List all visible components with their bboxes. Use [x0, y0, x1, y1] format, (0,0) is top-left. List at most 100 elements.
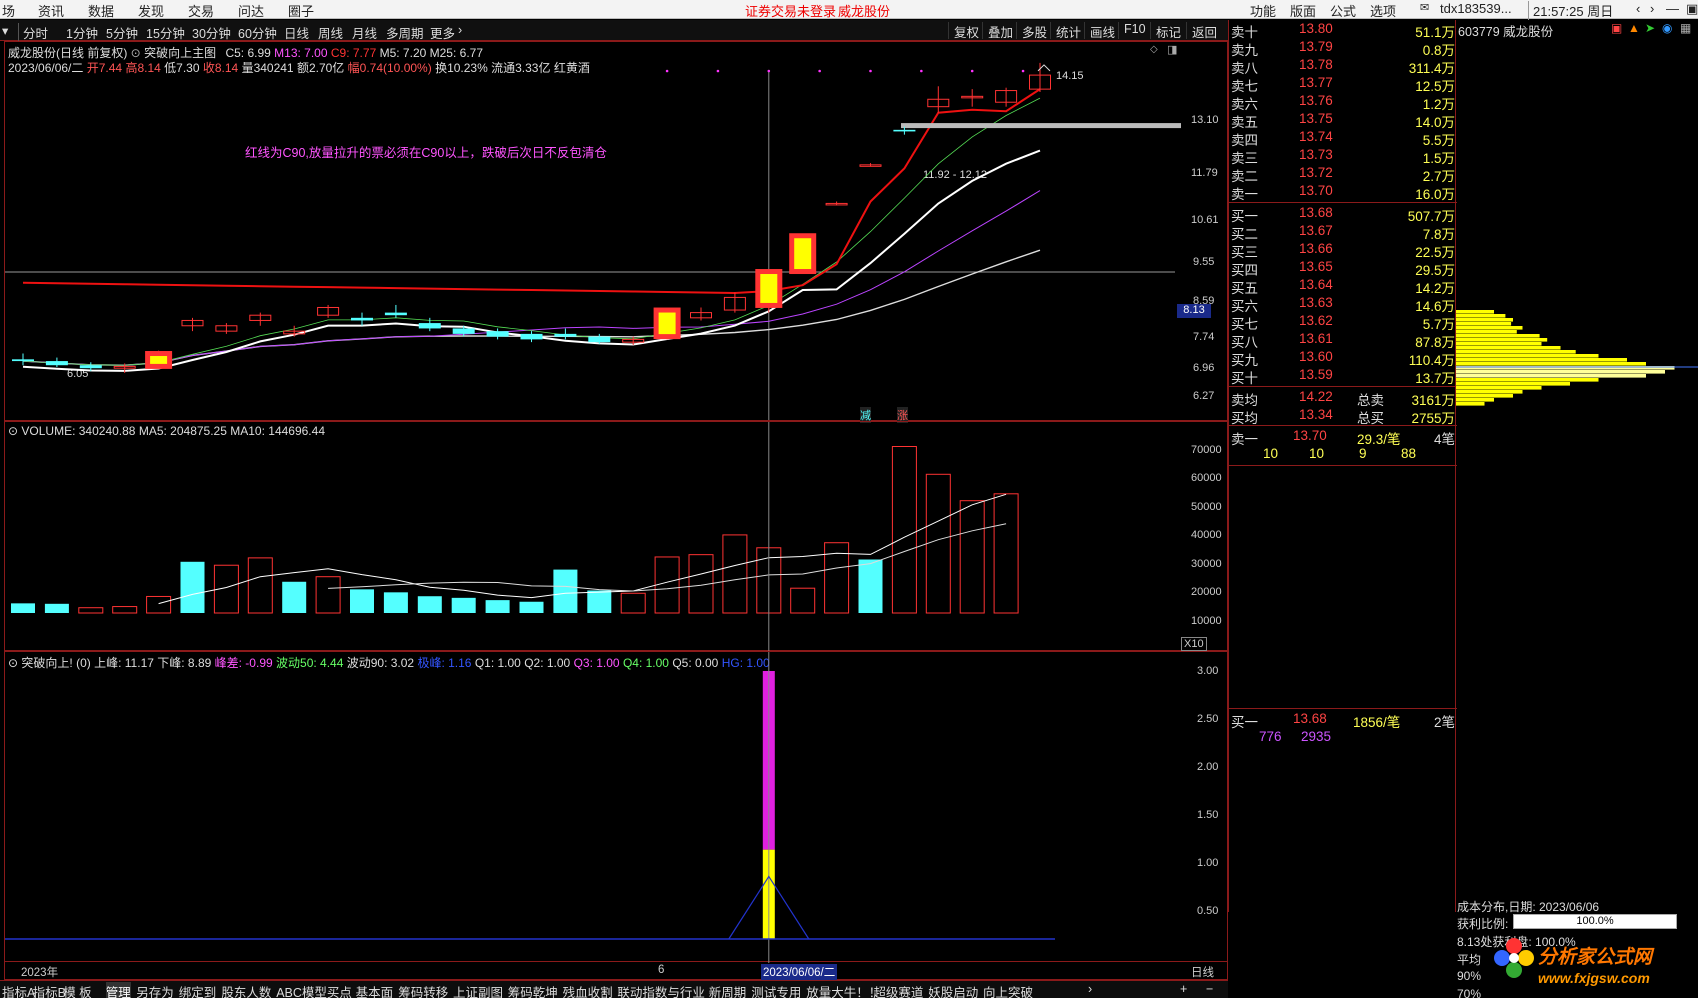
avg-sell-row[interactable]: 卖均 14.22 总卖 3161万 [1229, 389, 1457, 408]
buy-row[interactable]: 买四 13.65 29.5万 [1229, 259, 1457, 278]
buy-row[interactable]: 买九 13.60 110.4万 [1229, 349, 1457, 368]
buy-row[interactable]: 买二 13.67 7.8万 [1229, 223, 1457, 242]
formula-tab[interactable]: 指标B [33, 982, 66, 998]
formula-tab[interactable]: 指标A [2, 982, 35, 998]
toolbar-overlay[interactable]: 叠加 [982, 22, 1018, 40]
buy1-queue-row[interactable]: 776 2935 [1229, 729, 1457, 747]
tabs-more-icon[interactable]: › [1088, 982, 1092, 996]
formula-tab[interactable]: 残血收割 [563, 982, 613, 998]
period-tab-month[interactable]: 月线 [352, 23, 377, 42]
period-tab-day[interactable]: 日线 [284, 23, 309, 42]
sell-row[interactable]: 卖六 13.76 1.2万 [1229, 93, 1457, 112]
sell1-queue-row[interactable]: 10 10 9 88 [1229, 446, 1457, 464]
period-tab-60min[interactable]: 60分钟 [238, 23, 277, 42]
indicator-chart[interactable] [5, 652, 1229, 963]
indicator-panel[interactable]: ⊙ 突破向上! (0) 上峰: 11.17 下峰: 8.89 峰差: -0.99… [4, 651, 1229, 963]
period-tab-30min[interactable]: 30分钟 [192, 23, 231, 42]
formula-tab[interactable]: 筹码乾坤 [508, 982, 558, 998]
buy-row[interactable]: 买五 13.64 14.2万 [1229, 277, 1457, 296]
menu-item[interactable]: 功能 [1250, 1, 1276, 20]
toolbar-back[interactable]: 返回 [1186, 22, 1222, 40]
sell1-detail-row[interactable]: 卖一 13.70 29.3/笔 4笔 [1229, 428, 1457, 447]
sell-row[interactable]: 卖十 13.80 51.1万 [1229, 21, 1457, 40]
sell-row[interactable]: 卖三 13.73 1.5万 [1229, 147, 1457, 166]
arrow-icon[interactable]: ➤ [1645, 21, 1655, 35]
menu-item[interactable]: 公式 [1330, 1, 1356, 20]
add-tab-icon[interactable]: + [1180, 982, 1187, 996]
period-tab-multi[interactable]: 多周期 [386, 23, 424, 42]
sell-row[interactable]: 卖五 13.75 14.0万 [1229, 111, 1457, 130]
chevron-down-icon[interactable]: ▾ [2, 23, 8, 38]
buy-row[interactable]: 买七 13.62 5.7万 [1229, 313, 1457, 332]
volume-bar [722, 534, 748, 614]
remove-tab-icon[interactable]: − [1206, 982, 1213, 996]
menu-item[interactable]: 资讯 [38, 1, 64, 20]
sell-row[interactable]: 卖一 13.70 16.0万 [1229, 183, 1457, 202]
buy-row[interactable]: 买一 13.68 507.7万 [1229, 205, 1457, 224]
avg-buy-row[interactable]: 买均 13.34 总买 2755万 [1229, 407, 1457, 426]
sell-row[interactable]: 卖七 13.77 12.5万 [1229, 75, 1457, 94]
candlestick-chart[interactable] [5, 42, 1229, 422]
buy1-detail-row[interactable]: 买一 13.68 1856/笔 2笔 [1229, 711, 1457, 730]
toolbar-stats[interactable]: 统计 [1050, 22, 1086, 40]
minimize-icon[interactable]: — [1666, 1, 1679, 16]
period-tab-1min[interactable]: 1分钟 [66, 23, 98, 42]
buy-row[interactable]: 买六 13.63 14.6万 [1229, 295, 1457, 314]
formula-tab[interactable]: ABC模型买点 [276, 982, 352, 998]
mail-icon[interactable]: ✉ [1420, 1, 1429, 14]
formula-tab[interactable]: 向上突破 [983, 982, 1033, 998]
formula-tab[interactable]: 绑定到 [179, 982, 217, 998]
buy-row[interactable]: 买十 13.59 13.7万 [1229, 367, 1457, 386]
buy-row[interactable]: 买三 13.66 22.5万 [1229, 241, 1457, 260]
forward-icon[interactable]: › [1650, 1, 1654, 16]
formula-tab[interactable]: 筹码转移 [398, 982, 448, 998]
main-chart-panel[interactable]: 威龙股份(日线 前复权) ⊙ 突破向上主图 C5: 6.99 M13: 7.00… [4, 41, 1229, 423]
toolbar-f10[interactable]: F10 [1118, 22, 1151, 39]
toolbar-multistock[interactable]: 多股 [1016, 22, 1052, 40]
period-tab-week[interactable]: 周线 [318, 23, 343, 42]
formula-tab[interactable]: 妖股启动 [928, 982, 978, 998]
sell-row[interactable]: 卖八 13.78 311.4万 [1229, 57, 1457, 76]
menu-item[interactable]: 场 [2, 1, 15, 20]
restore-icon[interactable]: ▣ [1686, 1, 1698, 17]
volume-panel[interactable]: ⊙ VOLUME: 340240.88 MA5: 204875.25 MA10:… [4, 421, 1229, 652]
formula-tab[interactable]: 联动指数与行业 [617, 982, 705, 998]
formula-tab[interactable]: 基本面 [356, 982, 394, 998]
period-tab-15min[interactable]: 15分钟 [146, 23, 185, 42]
layout-icon[interactable]: ▦ [1680, 21, 1691, 35]
menu-item[interactable]: 发现 [138, 1, 164, 20]
period-tab-more[interactable]: 更多 [430, 23, 455, 42]
formula-tab[interactable]: 放量大牛！！ [806, 982, 881, 998]
period-tab-5min[interactable]: 5分钟 [106, 23, 138, 42]
menu-item[interactable]: 版面 [1290, 1, 1316, 20]
formula-tab[interactable]: 超级赛道 [873, 982, 923, 998]
formula-tab[interactable]: 上证副图 [453, 982, 503, 998]
sell-row[interactable]: 卖二 13.72 2.7万 [1229, 165, 1457, 184]
flag-icon[interactable]: ▣ [1611, 21, 1622, 35]
formula-tab[interactable]: 测试专用 [751, 982, 801, 998]
menu-item[interactable]: 圈子 [288, 1, 314, 20]
sell-row[interactable]: 卖四 13.74 5.5万 [1229, 129, 1457, 148]
toolbar-mark[interactable]: 标记 [1150, 22, 1186, 40]
toolbar-draw[interactable]: 画线 [1084, 22, 1120, 40]
chevron-right-icon[interactable]: › [458, 23, 462, 37]
menu-item[interactable]: 问达 [238, 1, 264, 20]
fire-icon[interactable]: ▲ [1628, 21, 1640, 35]
sell-row[interactable]: 卖九 13.79 0.8万 [1229, 39, 1457, 58]
account-label[interactable]: tdx183539... [1440, 1, 1512, 16]
back-icon[interactable]: ‹ [1636, 1, 1640, 16]
formula-tab[interactable]: 股东人数 [221, 982, 271, 998]
formula-tab[interactable]: 新周期 [709, 982, 747, 998]
formula-tab[interactable]: 另存为 [136, 982, 174, 998]
toolbar-fuquan[interactable]: 复权 [948, 22, 984, 40]
menu-item[interactable]: 选项 [1370, 1, 1396, 20]
period-tab-fenshi[interactable]: 分时 [18, 23, 48, 42]
buy-row[interactable]: 买八 13.61 87.8万 [1229, 331, 1457, 350]
menu-item[interactable]: 数据 [88, 1, 114, 20]
login-warning[interactable]: 证券交易未登录 [745, 1, 836, 20]
formula-tab[interactable]: 模 板 [63, 982, 91, 998]
volume-chart[interactable] [5, 422, 1229, 652]
settings-icon[interactable]: ◉ [1662, 21, 1672, 35]
menu-item[interactable]: 交易 [188, 1, 214, 20]
formula-tab[interactable]: 管理 [105, 982, 131, 998]
